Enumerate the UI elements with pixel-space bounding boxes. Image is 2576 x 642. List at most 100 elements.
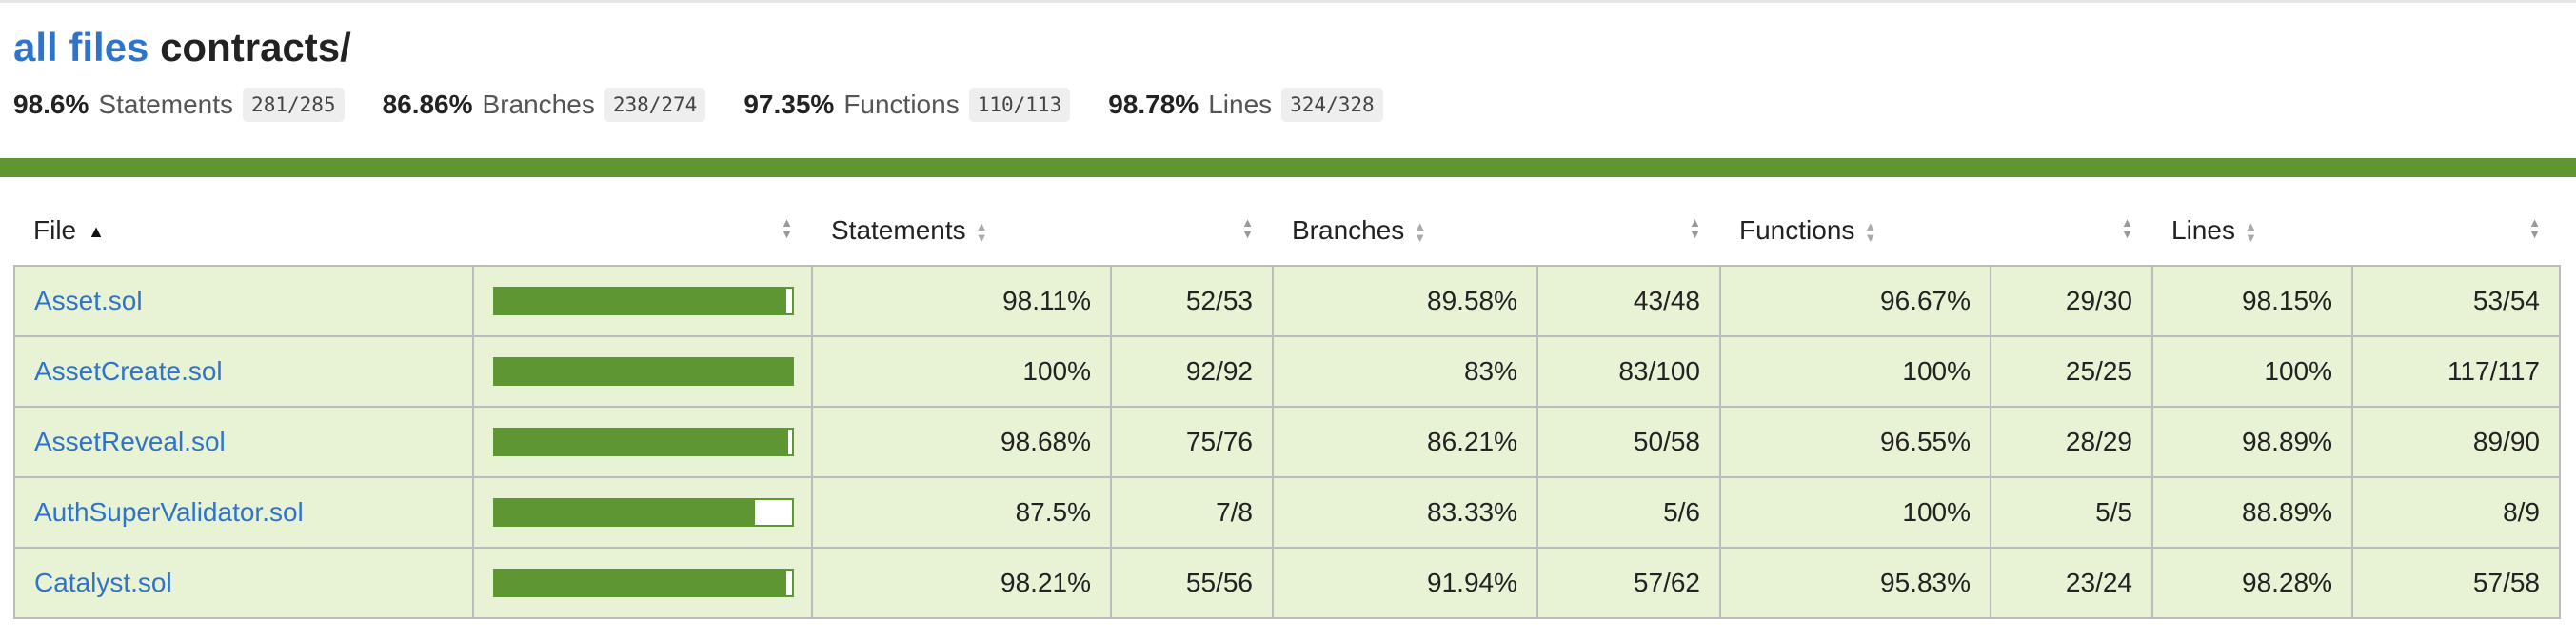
column-header-statements[interactable]: Statements ▲ ▼ xyxy=(812,196,1111,266)
sort-toggle-icon: ▲ ▼ xyxy=(1241,215,1254,241)
statements-pct: 98.21% xyxy=(811,547,1112,619)
branches-frac: 50/58 xyxy=(1536,406,1721,478)
sort-toggle-icon: ▲ ▼ xyxy=(2244,218,2257,245)
column-header-branches[interactable]: Branches ▲ ▼ xyxy=(1273,196,1537,266)
statements-frac: 55/56 xyxy=(1110,547,1274,619)
functions-pct: 100% xyxy=(1719,476,1991,549)
branches-pct: 86.21% xyxy=(1272,406,1538,478)
branches-frac: 83/100 xyxy=(1536,335,1721,408)
table-row: Catalyst.sol 98.21% 55/56 91.94% 57/62 9… xyxy=(13,547,2561,619)
coverage-table: File ▲ ▲ ▼ Statements ▲ ▼ ▲ ▼ Branches ▲ ▼ ▲ ▼ F… xyxy=(13,196,2561,619)
lines-frac: 53/54 xyxy=(2351,265,2561,337)
lines-pct: 98.15% xyxy=(2151,265,2353,337)
summary-statements-fraction: 281/285 xyxy=(243,88,345,122)
coverage-summary: 98.6% Statements 281/285 86.86% Branches… xyxy=(13,86,1421,124)
column-header-lines[interactable]: Lines ▲ ▼ xyxy=(2152,196,2352,266)
summary-statements-label: Statements xyxy=(98,90,234,119)
coverage-bar xyxy=(493,569,794,597)
coverage-status-bar xyxy=(0,158,2576,177)
sort-toggle-icon: ▲ ▼ xyxy=(2528,215,2541,241)
sort-toggle-icon: ▲ ▼ xyxy=(975,218,988,245)
branches-frac: 57/62 xyxy=(1536,547,1721,619)
table-header-row: File ▲ ▲ ▼ Statements ▲ ▼ ▲ ▼ Branches ▲ ▼ ▲ ▼ F… xyxy=(14,196,2560,266)
coverage-bar-cell xyxy=(472,265,813,337)
column-header-statements-frac[interactable]: ▲ ▼ xyxy=(1111,196,1273,266)
top-border xyxy=(0,0,2576,3)
lines-pct: 98.89% xyxy=(2151,406,2353,478)
table-row: AuthSuperValidator.sol 87.5% 7/8 83.33% … xyxy=(13,476,2561,549)
column-header-file-bar[interactable]: ▲ ▼ xyxy=(473,196,812,266)
statements-frac: 92/92 xyxy=(1110,335,1274,408)
lines-pct: 100% xyxy=(2151,335,2353,408)
current-path: contracts/ xyxy=(160,25,351,70)
summary-branches-pct: 86.86% xyxy=(382,90,473,119)
functions-pct: 96.55% xyxy=(1719,406,1991,478)
file-cell: Catalyst.sol xyxy=(13,547,474,619)
sort-toggle-icon: ▲ ▼ xyxy=(2121,215,2133,241)
file-link-assetcreate[interactable]: AssetCreate.sol xyxy=(34,356,223,386)
summary-functions-label: Functions xyxy=(843,90,960,119)
column-header-file[interactable]: File ▲ xyxy=(14,196,473,266)
lines-pct: 98.28% xyxy=(2151,547,2353,619)
column-header-lines-frac[interactable]: ▲ ▼ xyxy=(2352,196,2560,266)
column-header-functions-frac[interactable]: ▲ ▼ xyxy=(1991,196,2152,266)
summary-lines-fraction: 324/328 xyxy=(1281,88,1383,122)
sort-toggle-icon: ▲ ▼ xyxy=(781,215,793,241)
file-link-authsupervalidator[interactable]: AuthSuperValidator.sol xyxy=(34,497,304,527)
branches-pct: 83% xyxy=(1272,335,1538,408)
coverage-bar xyxy=(493,357,794,386)
file-link-catalyst[interactable]: Catalyst.sol xyxy=(34,568,172,597)
lines-frac: 8/9 xyxy=(2351,476,2561,549)
coverage-bar-cell xyxy=(472,476,813,549)
column-header-functions[interactable]: Functions ▲ ▼ xyxy=(1720,196,1991,266)
coverage-bar-cell xyxy=(472,547,813,619)
file-cell: Asset.sol xyxy=(13,265,474,337)
coverage-bar-cell xyxy=(472,335,813,408)
functions-frac: 25/25 xyxy=(1990,335,2153,408)
coverage-bar-fill xyxy=(495,430,788,454)
sort-toggle-icon: ▲ ▼ xyxy=(1414,218,1427,245)
summary-lines-pct: 98.78% xyxy=(1108,90,1199,119)
column-header-statements-label: Statements xyxy=(831,215,966,245)
coverage-bar-fill xyxy=(495,359,792,384)
lines-frac: 89/90 xyxy=(2351,406,2561,478)
sort-toggle-icon: ▲ ▼ xyxy=(1689,215,1701,241)
branches-pct: 83.33% xyxy=(1272,476,1538,549)
summary-branches-fraction: 238/274 xyxy=(604,88,706,122)
table-row: AssetCreate.sol 100% 92/92 83% 83/100 10… xyxy=(13,335,2561,408)
coverage-bar-fill xyxy=(495,571,787,595)
page-title: all files contracts/ xyxy=(13,21,351,74)
functions-pct: 95.83% xyxy=(1719,547,1991,619)
coverage-bar-fill xyxy=(495,289,787,313)
column-header-branches-frac[interactable]: ▲ ▼ xyxy=(1537,196,1720,266)
statements-frac: 75/76 xyxy=(1110,406,1274,478)
functions-frac: 5/5 xyxy=(1990,476,2153,549)
branches-pct: 91.94% xyxy=(1272,547,1538,619)
functions-pct: 100% xyxy=(1719,335,1991,408)
summary-statements-pct: 98.6% xyxy=(13,90,89,119)
table-row: AssetReveal.sol 98.68% 75/76 86.21% 50/5… xyxy=(13,406,2561,478)
coverage-bar xyxy=(493,498,794,527)
file-cell: AssetReveal.sol xyxy=(13,406,474,478)
file-link-assetreveal[interactable]: AssetReveal.sol xyxy=(34,427,226,456)
file-link-asset[interactable]: Asset.sol xyxy=(34,286,143,315)
functions-frac: 29/30 xyxy=(1990,265,2153,337)
branches-pct: 89.58% xyxy=(1272,265,1538,337)
coverage-bar-cell xyxy=(472,406,813,478)
summary-branches: 86.86% Branches 238/274 xyxy=(383,86,706,124)
lines-frac: 117/117 xyxy=(2351,335,2561,408)
statements-frac: 52/53 xyxy=(1110,265,1274,337)
file-cell: AssetCreate.sol xyxy=(13,335,474,408)
column-header-branches-label: Branches xyxy=(1292,215,1405,245)
statements-pct: 98.11% xyxy=(811,265,1112,337)
summary-lines: 98.78% Lines 324/328 xyxy=(1108,86,1383,124)
coverage-bar xyxy=(493,428,794,456)
all-files-link[interactable]: all files xyxy=(13,25,149,70)
lines-frac: 57/58 xyxy=(2351,547,2561,619)
functions-frac: 28/29 xyxy=(1990,406,2153,478)
column-header-file-label: File xyxy=(33,215,77,245)
sort-ascending-icon: ▲ xyxy=(88,222,105,242)
branches-frac: 43/48 xyxy=(1536,265,1721,337)
coverage-bar-fill xyxy=(495,500,755,525)
summary-statements: 98.6% Statements 281/285 xyxy=(13,86,345,124)
